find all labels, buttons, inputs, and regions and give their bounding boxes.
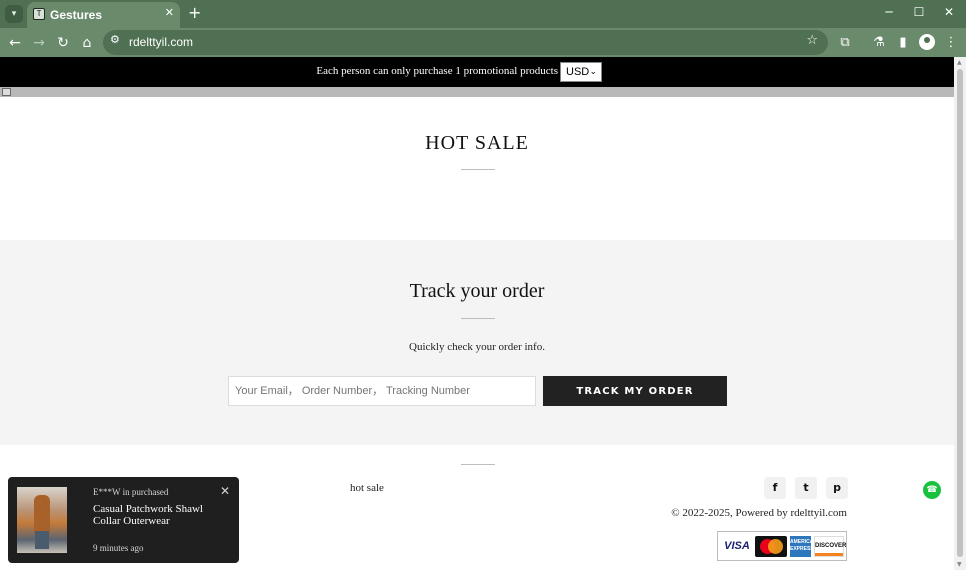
profile-avatar-icon[interactable] [919, 34, 935, 50]
discover-icon: DISCOVER [814, 536, 847, 557]
scroll-thumb[interactable] [957, 69, 963, 557]
notification-time: 9 minutes ago [93, 543, 144, 553]
banner-image [0, 87, 954, 97]
currency-value: USD [566, 66, 590, 78]
payment-methods: VISA AMERICAN EXPRESS DISCOVER [717, 531, 847, 561]
amex-icon: AMERICAN EXPRESS [790, 536, 817, 557]
footer-link-hot-sale[interactable]: hot sale [350, 482, 384, 494]
forward-icon[interactable]: → [29, 33, 49, 53]
pinterest-icon[interactable]: p [826, 477, 848, 499]
address-bar[interactable]: ⚙ rdelttyil.com ☆ [103, 30, 828, 55]
visa-icon: VISA [724, 540, 750, 552]
product-thumbnail[interactable] [17, 487, 67, 553]
browser-tab[interactable]: T Gestures ✕ [27, 2, 180, 28]
title-divider [461, 169, 495, 170]
scroll-down-icon[interactable]: ▼ [957, 561, 962, 568]
track-order-title: Track your order [409, 280, 545, 302]
mastercard-circle-orange [768, 539, 783, 554]
menu-icon[interactable]: ⋮ [941, 33, 961, 53]
chevron-down-icon: ⌄ [589, 67, 597, 77]
url-text[interactable]: rdelttyil.com [129, 35, 193, 49]
browser-chrome: ▾ T Gestures ✕ + ─ ☐ ✕ ← → ↻ ⌂ ⚙ rdeltty… [0, 0, 966, 57]
twitter-icon[interactable]: t [795, 477, 817, 499]
notification-buyer: E***W in purchased [93, 487, 169, 497]
page-viewport: Each person can only purchase 1 promotio… [0, 57, 954, 570]
window-close-icon[interactable]: ✕ [939, 5, 959, 19]
labs-icon[interactable]: ⚗ [869, 33, 889, 53]
bookmark-star-icon[interactable]: ☆ [806, 33, 818, 48]
maximize-icon[interactable]: ☐ [909, 5, 929, 19]
track-order-input[interactable] [228, 376, 536, 406]
close-icon[interactable]: ✕ [220, 484, 230, 498]
section-title-hot-sale: HOT SALE [425, 132, 529, 154]
currency-select[interactable]: USD ⌄ [560, 62, 602, 82]
track-order-button[interactable]: TRACK MY ORDER [543, 376, 727, 406]
back-icon[interactable]: ← [5, 33, 25, 53]
extensions-icon[interactable]: ⧉ [835, 33, 855, 53]
copyright-text: © 2022-2025, Powered by rdelttyil.com [671, 507, 847, 519]
favicon-icon: T [33, 8, 45, 20]
thumbnail-jeans [35, 531, 49, 549]
footer-divider [461, 464, 495, 465]
browser-toolbar: ← → ↻ ⌂ ⚙ rdelttyil.com ☆ ⧉ ⚗ ▮ ⋮ [0, 28, 966, 57]
tab-strip: ▾ T Gestures ✕ + ─ ☐ ✕ [0, 0, 966, 28]
announcement-bar: Each person can only purchase 1 promotio… [0, 57, 954, 87]
new-tab-button[interactable]: + [188, 4, 201, 22]
broken-image-icon [2, 88, 11, 96]
tab-close-icon[interactable]: ✕ [165, 6, 174, 19]
facebook-icon[interactable]: f [764, 477, 786, 499]
discover-bar [815, 553, 843, 556]
discover-label: DISCOVER [815, 543, 847, 549]
mastercard-icon [755, 536, 787, 557]
chat-icon[interactable]: ☎ [923, 481, 941, 499]
purchase-notification[interactable]: E***W in purchased Casual Patchwork Shaw… [8, 477, 239, 563]
notification-product-name[interactable]: Casual Patchwork Shawl Collar Outerwear [93, 503, 218, 527]
minimize-icon[interactable]: ─ [879, 5, 899, 19]
page-scrollbar[interactable]: ▲ ▼ [954, 57, 966, 570]
track-order-subtitle: Quickly check your order info. [409, 341, 545, 353]
tab-title: Gestures [50, 8, 103, 22]
track-order-section: Track your order Quickly check your orde… [0, 240, 954, 445]
track-title-divider [461, 318, 495, 319]
home-icon[interactable]: ⌂ [77, 33, 97, 53]
tab-search-icon[interactable]: ▾ [5, 5, 23, 23]
thumbnail-coat [34, 495, 50, 533]
side-panel-icon[interactable]: ▮ [893, 33, 913, 53]
site-info-icon[interactable]: ⚙ [110, 33, 120, 46]
reload-icon[interactable]: ↻ [53, 33, 73, 53]
scroll-up-icon[interactable]: ▲ [957, 59, 962, 66]
announcement-text: Each person can only purchase 1 promotio… [316, 65, 558, 77]
